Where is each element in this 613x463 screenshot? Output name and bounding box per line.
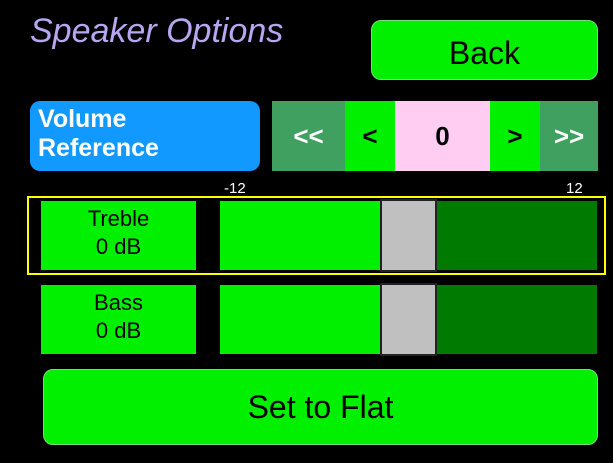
treble-name: Treble bbox=[87, 206, 150, 231]
volume-decrease-button[interactable]: < bbox=[345, 101, 395, 171]
treble-slider-track[interactable] bbox=[437, 201, 597, 270]
volume-increase-button[interactable]: > bbox=[490, 101, 540, 171]
treble-value: 0 dB bbox=[95, 234, 142, 259]
bass-name: Bass bbox=[94, 290, 143, 315]
bass-label: Bass 0 dB bbox=[41, 285, 196, 354]
volume-value: 0 bbox=[395, 101, 490, 171]
bass-slider-thumb[interactable] bbox=[380, 283, 437, 356]
volume-reference-label-line1: Volume bbox=[38, 105, 127, 133]
bass-slider-fill[interactable] bbox=[220, 285, 380, 354]
treble-label: Treble 0 dB bbox=[41, 201, 196, 270]
treble-slider-fill[interactable] bbox=[220, 201, 380, 270]
volume-reference-label: Volume Reference bbox=[30, 101, 260, 171]
scale-max-label: 12 bbox=[566, 180, 583, 197]
scale-min-label: -12 bbox=[224, 180, 246, 197]
volume-reference-label-line2: Reference bbox=[38, 134, 159, 162]
bass-slider-track[interactable] bbox=[437, 285, 597, 354]
volume-big-increase-button[interactable]: >> bbox=[540, 101, 598, 171]
set-to-flat-button[interactable]: Set to Flat bbox=[43, 369, 598, 445]
volume-big-decrease-button[interactable]: << bbox=[272, 101, 345, 171]
bass-value: 0 dB bbox=[95, 318, 142, 343]
page-title: Speaker Options bbox=[30, 12, 284, 50]
treble-slider-thumb[interactable] bbox=[380, 199, 437, 272]
back-button[interactable]: Back bbox=[371, 20, 598, 80]
